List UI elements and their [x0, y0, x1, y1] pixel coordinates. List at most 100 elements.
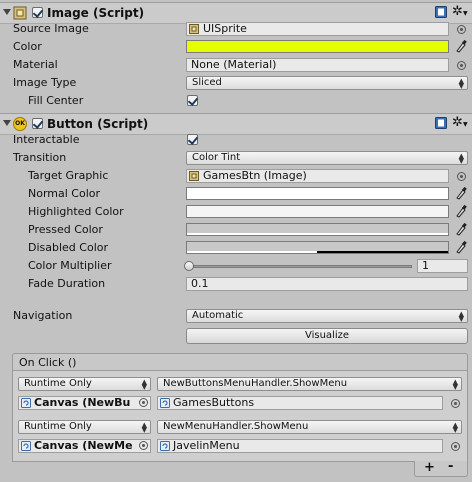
foldout-arrow-icon[interactable] [3, 120, 11, 126]
target-graphic-field[interactable]: GamesBtn (Image) [186, 169, 449, 183]
dropdown-arrows-icon: ▲ ▼ [458, 77, 464, 90]
button-enabled-checkbox[interactable] [32, 118, 44, 129]
function-dropdown[interactable]: NewButtonsMenuHandler.ShowMenu ▲ ▼ [157, 377, 462, 391]
script-icon [160, 398, 170, 408]
object-picker-icon[interactable] [457, 61, 466, 70]
eyedropper-icon[interactable] [455, 240, 467, 254]
color-field[interactable] [186, 40, 449, 53]
material-label: Material [13, 58, 58, 71]
target-graphic-label: Target Graphic [28, 169, 109, 182]
runtime-mode-dropdown[interactable]: Runtime Only ▲ ▼ [18, 420, 151, 434]
foldout-arrow-icon[interactable] [3, 9, 11, 15]
target-object-value: Canvas (NewBu [34, 396, 131, 409]
source-image-value: UISprite [203, 22, 247, 35]
pressed-color-label: Pressed Color [28, 223, 103, 236]
help-book-icon[interactable] [435, 6, 447, 18]
color-multiplier-value: 1 [422, 259, 429, 272]
visualize-button[interactable]: Visualize [186, 328, 468, 344]
runtime-mode-value: Runtime Only [24, 378, 92, 389]
object-picker-icon[interactable] [139, 398, 148, 407]
color-multiplier-label: Color Multiplier [28, 259, 112, 272]
disabled-color-field[interactable] [186, 241, 449, 254]
image-type-label: Image Type [13, 76, 77, 89]
argument-object-field[interactable]: JavelinMenu [157, 439, 443, 453]
function-dropdown[interactable]: NewMenuHandler.ShowMenu ▲ ▼ [157, 420, 462, 434]
color-multiplier-slider-thumb[interactable] [184, 261, 194, 271]
function-value: NewMenuHandler.ShowMenu [163, 421, 309, 432]
dropdown-arrows-icon: ▲ ▼ [452, 378, 458, 391]
target-object-field[interactable]: Canvas (NewMe [18, 439, 151, 453]
object-picker-icon[interactable] [457, 25, 466, 34]
dropdown-arrows-icon: ▲ ▼ [458, 310, 464, 323]
eyedropper-icon[interactable] [455, 204, 467, 218]
chevron-down-icon[interactable]: ▼ [463, 10, 468, 17]
material-value: None (Material) [191, 58, 277, 71]
list-footer: + - [414, 459, 468, 477]
argument-object-value: JavelinMenu [173, 439, 240, 452]
eyedropper-icon[interactable] [455, 222, 467, 236]
function-value: NewButtonsMenuHandler.ShowMenu [163, 378, 348, 389]
object-picker-icon[interactable] [139, 441, 148, 450]
fade-duration-label: Fade Duration [28, 277, 106, 290]
image-component-icon [13, 6, 27, 20]
button-component-icon: OK [13, 117, 27, 131]
target-graphic-value: GamesBtn (Image) [203, 169, 307, 182]
transition-label: Transition [13, 151, 67, 164]
color-multiplier-slider-track[interactable] [190, 265, 412, 268]
argument-object-field[interactable]: GamesButtons [157, 396, 443, 410]
target-object-field[interactable]: Canvas (NewBu [18, 396, 151, 410]
image-enabled-checkbox[interactable] [32, 7, 44, 18]
source-image-label: Source Image [13, 22, 89, 35]
dropdown-arrows-icon: ▲ ▼ [458, 152, 464, 165]
runtime-mode-dropdown[interactable]: Runtime Only ▲ ▼ [18, 377, 151, 391]
fill-center-label: Fill Center [28, 94, 84, 107]
material-field[interactable]: None (Material) [186, 58, 449, 72]
color-label: Color [13, 40, 42, 53]
source-image-field[interactable]: UISprite [186, 22, 449, 36]
add-entry-button[interactable]: + [424, 460, 435, 475]
navigation-dropdown[interactable]: Automatic ▲ ▼ [186, 309, 468, 323]
fade-duration-input[interactable]: 0.1 [186, 277, 468, 291]
dropdown-arrows-icon: ▲ ▼ [452, 421, 458, 434]
transition-value: Color Tint [192, 152, 241, 163]
eyedropper-icon[interactable] [455, 186, 467, 200]
fade-duration-value: 0.1 [191, 277, 209, 290]
fill-center-checkbox[interactable] [187, 95, 199, 106]
script-icon [21, 398, 31, 408]
on-click-header: On Click () [12, 353, 468, 371]
normal-color-field[interactable] [186, 187, 449, 200]
eyedropper-icon[interactable] [455, 39, 467, 53]
image-type-dropdown[interactable]: Sliced ▲ ▼ [186, 76, 468, 90]
navigation-label: Navigation [13, 309, 73, 322]
object-picker-icon[interactable] [451, 399, 460, 408]
disabled-color-label: Disabled Color [28, 241, 109, 254]
alpha-bar [187, 233, 448, 235]
color-multiplier-input[interactable]: 1 [417, 259, 468, 273]
gear-icon[interactable]: ✲ [452, 115, 463, 130]
gear-icon[interactable]: ✲ [452, 4, 463, 19]
on-click-title: On Click () [19, 356, 77, 369]
image-type-value: Sliced [192, 77, 222, 88]
alpha-bar-empty [317, 251, 448, 253]
dropdown-arrows-icon: ▲ ▼ [141, 421, 147, 434]
dropdown-arrows-icon: ▲ ▼ [141, 378, 147, 391]
normal-color-label: Normal Color [28, 187, 101, 200]
remove-entry-button[interactable]: - [448, 459, 453, 474]
highlighted-color-field[interactable] [186, 205, 449, 218]
argument-object-value: GamesButtons [173, 396, 255, 409]
chevron-down-icon[interactable]: ▼ [463, 121, 468, 128]
navigation-value: Automatic [192, 310, 244, 321]
highlighted-color-label: Highlighted Color [28, 205, 124, 218]
help-book-icon[interactable] [435, 117, 447, 129]
sprite-icon [189, 24, 199, 34]
object-picker-icon[interactable] [451, 442, 460, 451]
button-component-title: Button (Script) [47, 117, 149, 131]
object-picker-icon[interactable] [457, 172, 466, 181]
interactable-label: Interactable [13, 133, 80, 146]
transition-dropdown[interactable]: Color Tint ▲ ▼ [186, 151, 468, 165]
image-component-title: Image (Script) [47, 6, 145, 20]
image-component-icon [189, 171, 199, 181]
target-object-value: Canvas (NewMe [34, 439, 133, 452]
pressed-color-field[interactable] [186, 223, 449, 236]
interactable-checkbox[interactable] [187, 134, 199, 145]
